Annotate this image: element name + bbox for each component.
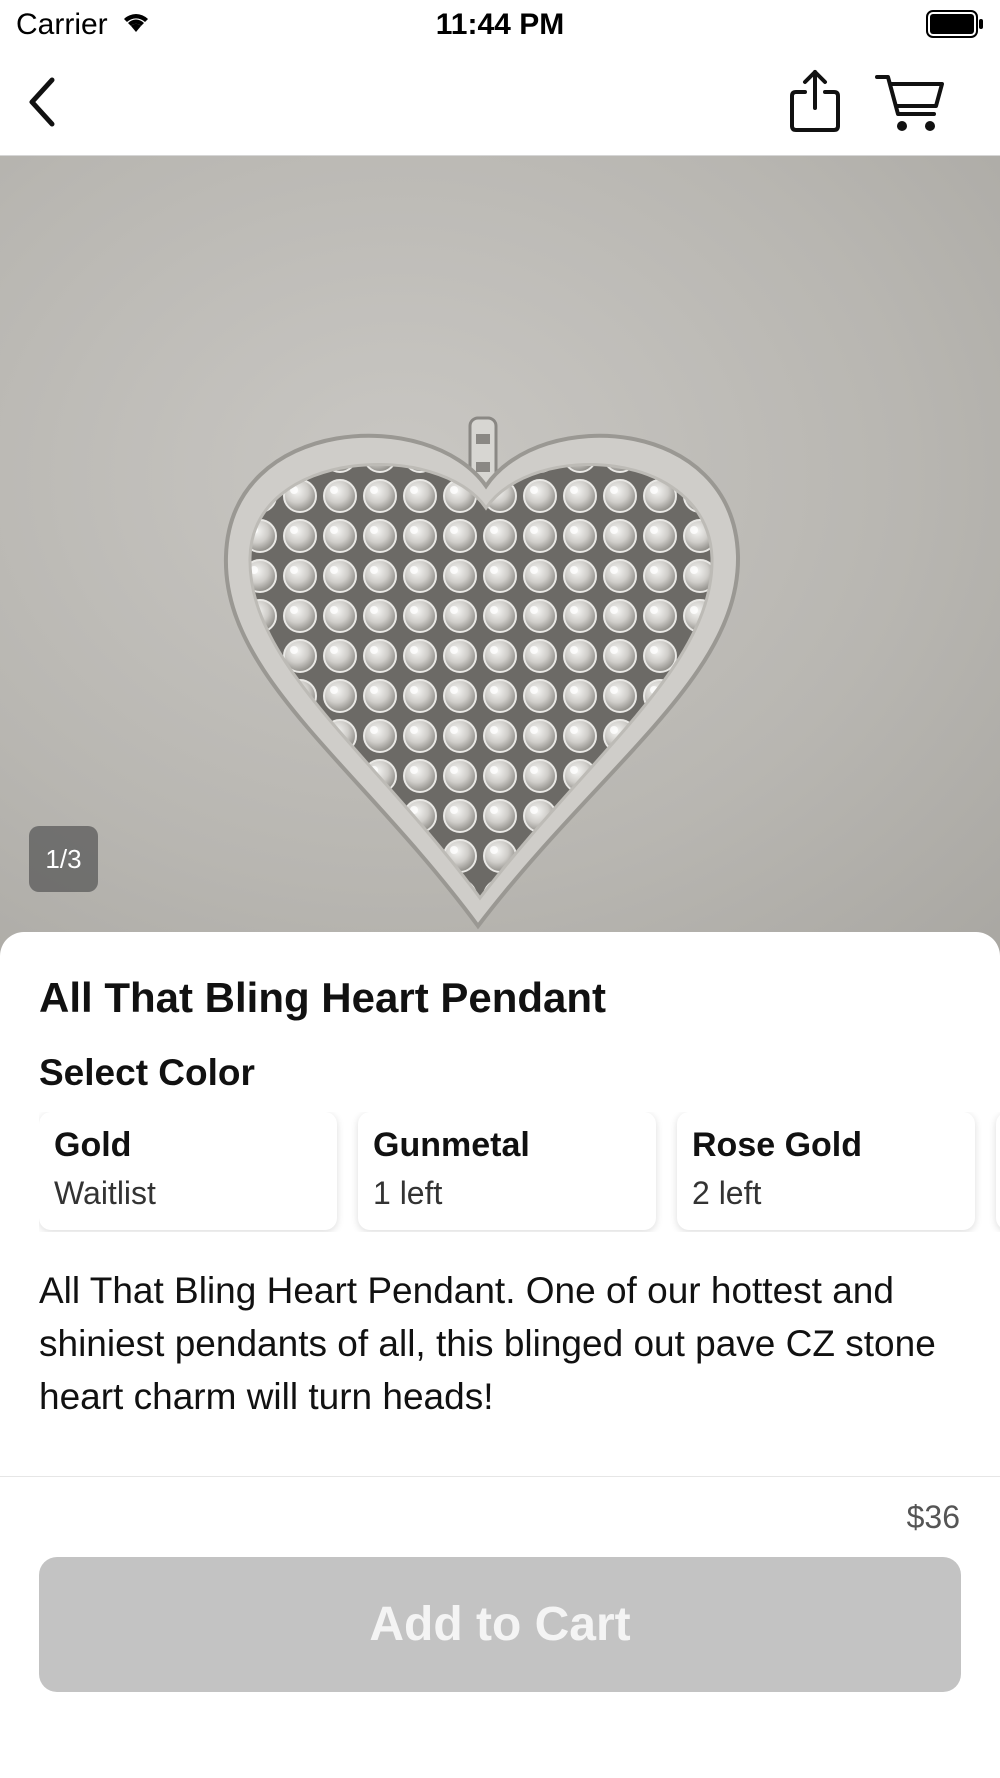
add-to-cart-button[interactable]: Add to Cart — [39, 1557, 961, 1692]
product-title: All That Bling Heart Pendant — [39, 974, 607, 1021]
battery-icon — [926, 10, 984, 46]
price-label: $36 — [906, 1499, 960, 1535]
color-option-stock: Waitlist — [54, 1175, 156, 1211]
status-bar: Carrier 11:44 PM — [0, 0, 1000, 50]
cart-icon — [875, 75, 944, 131]
share-button[interactable] — [786, 68, 844, 134]
color-option-name: Rose Gold — [692, 1126, 863, 1164]
color-option-gold[interactable]: Gold Waitlist — [39, 1112, 337, 1230]
color-options: Gold Waitlist Gunmetal 1 left Rose Gold … — [39, 1112, 1000, 1232]
color-option-next-partial[interactable] — [996, 1112, 1000, 1230]
product-description: All That Bling Heart Pendant. One of our… — [39, 1270, 936, 1417]
purchase-bar: $36 Add to Cart — [0, 1476, 1000, 1778]
color-option-stock: 1 left — [373, 1175, 443, 1211]
chevron-left-icon — [29, 77, 55, 127]
share-icon — [790, 70, 840, 132]
navigation-bar — [0, 50, 1000, 156]
product-detail-screen: Carrier 11:44 PM 1/3 All That Bling Hear… — [0, 0, 1000, 1778]
color-option-stock: 2 left — [692, 1175, 762, 1211]
status-time: 11:44 PM — [435, 8, 565, 41]
color-option-name: Gold — [54, 1126, 132, 1164]
color-option-gunmetal[interactable]: Gunmetal 1 left — [358, 1112, 656, 1230]
heart-pendant-image — [223, 416, 741, 930]
cart-button[interactable] — [874, 72, 946, 134]
product-image[interactable]: 1/3 — [0, 156, 1000, 956]
color-option-rose-gold[interactable]: Rose Gold 2 left — [677, 1112, 975, 1230]
back-button[interactable] — [22, 74, 70, 130]
color-option-name: Gunmetal — [373, 1126, 530, 1164]
image-counter: 1/3 — [29, 826, 98, 892]
select-color-label: Select Color — [39, 1052, 255, 1093]
product-details-sheet: All That Bling Heart Pendant Select Colo… — [0, 932, 1000, 1480]
